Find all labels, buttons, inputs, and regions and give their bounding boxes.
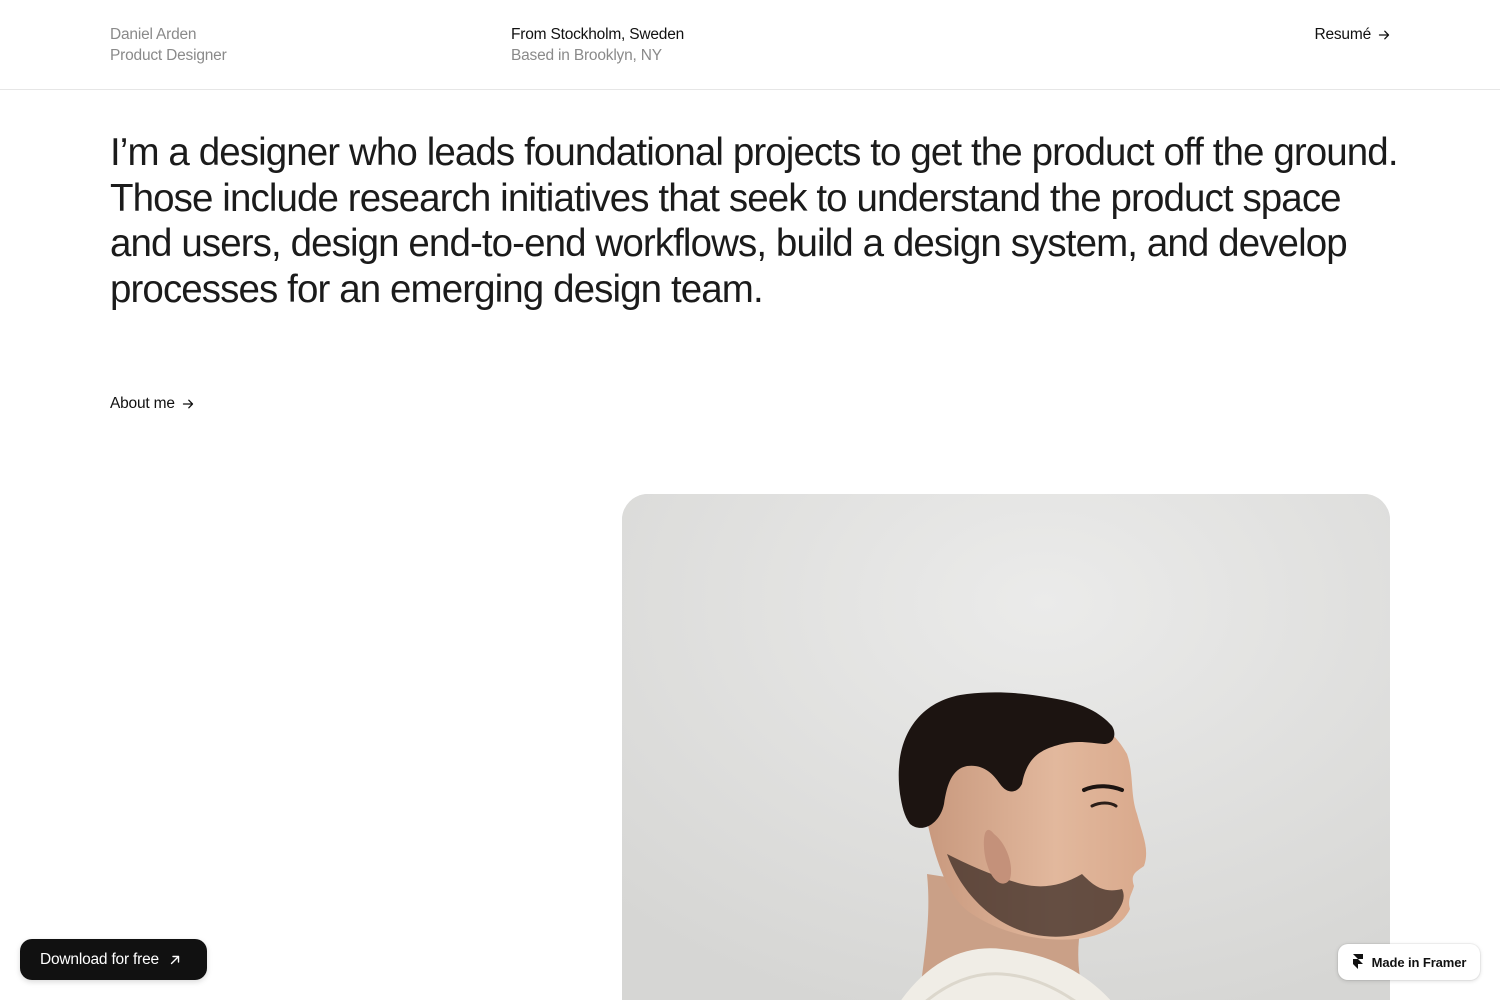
identity-block: Daniel Arden Product Designer: [110, 24, 227, 66]
portfolio-page: Daniel Arden Product Designer From Stock…: [0, 0, 1500, 1000]
about-me-label: About me: [110, 395, 175, 412]
framer-label: Made in Framer: [1371, 954, 1467, 970]
designer-role: Product Designer: [110, 47, 227, 64]
download-button[interactable]: Download for free: [20, 939, 207, 980]
intro-statement: I’m a designer who leads foundational pr…: [110, 131, 1399, 311]
resume-label: Resumé: [1314, 26, 1371, 43]
about-me-link[interactable]: About me: [110, 393, 194, 414]
based-text: Based in Brooklyn, NY: [511, 47, 662, 64]
portrait-illustration: [622, 494, 1390, 1000]
location-block: From Stockholm, Sweden Based in Brooklyn…: [511, 24, 684, 66]
site-header: Daniel Arden Product Designer From Stock…: [0, 0, 1500, 90]
arrow-up-right-icon: [170, 955, 180, 964]
portrait-image: [622, 494, 1390, 1000]
arrow-right-icon: [1378, 30, 1390, 39]
download-label: Download for free: [40, 950, 159, 968]
framer-logo-icon: [1352, 954, 1363, 969]
resume-link[interactable]: Resumé: [1314, 24, 1390, 45]
origin-text: From Stockholm, Sweden: [511, 26, 685, 43]
designer-name: Daniel Arden: [110, 26, 197, 43]
made-in-framer-badge[interactable]: Made in Framer: [1338, 944, 1480, 980]
arrow-right-icon: [182, 399, 193, 408]
